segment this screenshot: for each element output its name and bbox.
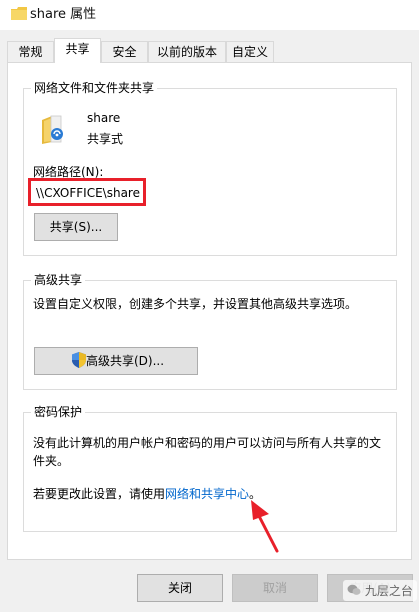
watermark: 九层之台 (343, 580, 417, 601)
change-setting-text: 若要更改此设置，请使用网络和共享中心。 (33, 486, 261, 502)
close-button[interactable]: 关闭 (137, 574, 223, 602)
folder-icon (11, 7, 27, 20)
cancel-button[interactable]: 取消 (232, 574, 318, 602)
share-button[interactable]: 共享(S)... (34, 213, 118, 241)
tab-general[interactable]: 常规 (7, 41, 54, 62)
change-setting-suffix: 。 (249, 487, 262, 501)
password-protection-group (23, 412, 397, 532)
share-status: 共享式 (87, 132, 124, 146)
network-path-value[interactable]: \\CXOFFICE\share (36, 185, 140, 201)
uac-shield-icon (72, 352, 86, 368)
advanced-share-button-label: 高级共享(D)... (85, 354, 165, 368)
annotation-arrow (251, 500, 279, 553)
window-title: share 属性 (30, 7, 97, 22)
tab-customize[interactable]: 自定义 (226, 41, 274, 62)
advanced-share-description: 设置自定义权限，创建多个共享，并设置其他高级共享选项。 (33, 297, 358, 311)
watermark-text: 九层之台 (364, 584, 413, 598)
password-protection-title: 密码保护 (31, 405, 86, 419)
tab-security[interactable]: 安全 (101, 41, 148, 62)
network-share-title: 网络文件和文件夹共享 (31, 81, 158, 95)
folder-name: share (87, 111, 121, 125)
network-sharing-center-link[interactable]: 网络和共享中心 (165, 487, 249, 501)
title-bar: share 属性 (0, 0, 419, 30)
tab-sharing[interactable]: 共享 (54, 38, 101, 63)
advanced-share-button[interactable]: 高级共享(D)... (34, 347, 198, 375)
password-description-line1: 没有此计算机的用户帐户和密码的用户可以访问与所有人共享的文 (33, 436, 382, 450)
advanced-share-title: 高级共享 (31, 273, 86, 287)
shared-folder-icon (42, 115, 63, 144)
wechat-icon (347, 584, 361, 595)
password-description-line2: 件夹。 (33, 454, 70, 468)
tab-previous-versions[interactable]: 以前的版本 (148, 41, 226, 62)
change-setting-prefix: 若要更改此设置，请使用 (33, 487, 166, 501)
